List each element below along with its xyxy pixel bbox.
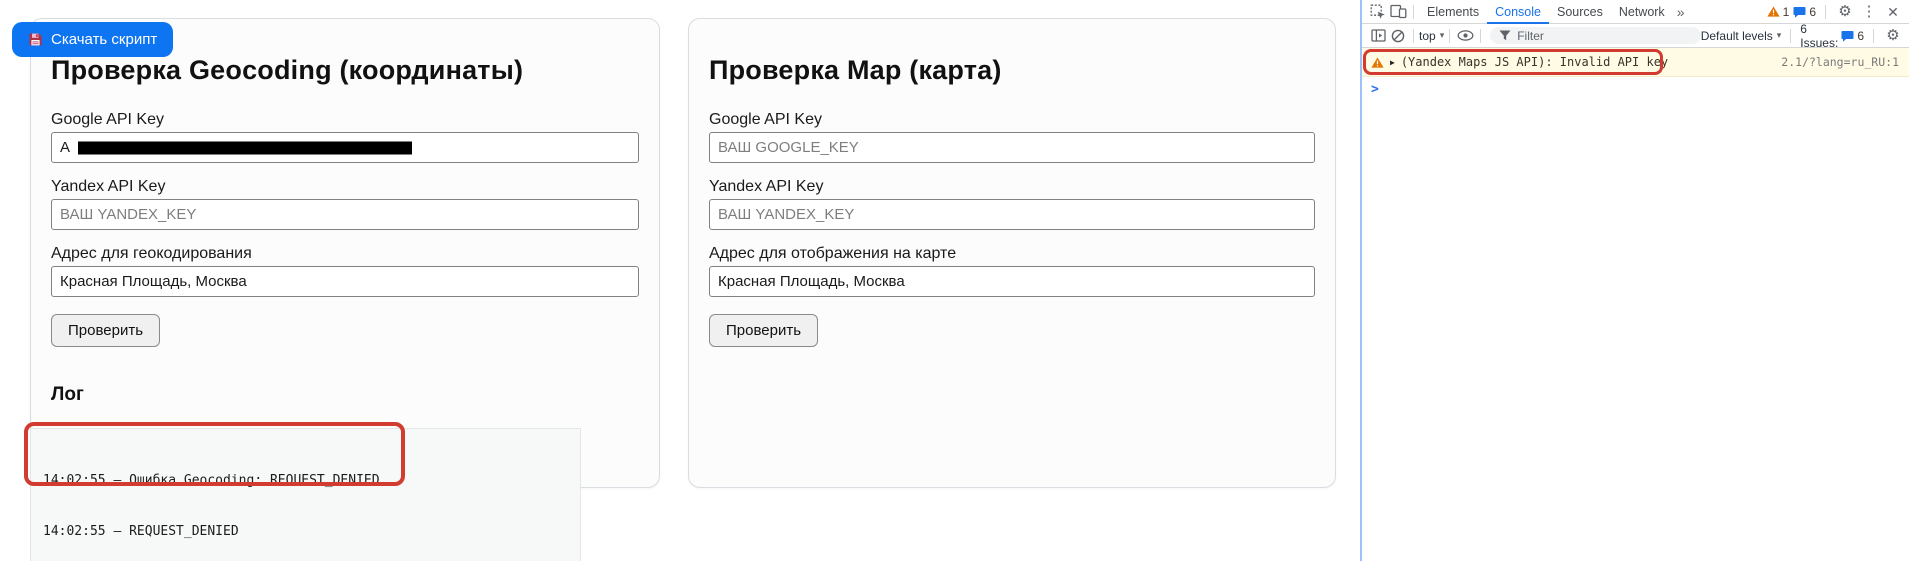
issues-count: 6 [1857, 29, 1864, 43]
filter-funnel-icon [1499, 30, 1511, 41]
console-toolbar-right: Default levels ▾ 6 Issues: 6 ⚙ [1701, 22, 1903, 50]
console-filter-input[interactable]: Filter [1490, 27, 1701, 44]
tab-sources[interactable]: Sources [1549, 0, 1611, 24]
messages-count: 6 [1809, 5, 1816, 19]
log-output: 14:02:55 — Ошибка Geocoding: REQUEST_DEN… [30, 428, 581, 561]
console-settings-gear-icon[interactable]: ⚙ [1883, 26, 1903, 46]
devtools-tab-bar-right: 1 6 ⚙ ⋮ ✕ [1767, 2, 1903, 22]
download-script-label: Скачать скрипт [51, 31, 157, 48]
geocode-address-input[interactable] [51, 266, 639, 297]
devtools-tab-bar: Elements Console Sources Network » 1 [1362, 0, 1909, 24]
expand-arrow-icon[interactable]: ▶ [1390, 58, 1395, 67]
divider [1449, 29, 1450, 43]
console-warning-row[interactable]: ▶ (Yandex Maps JS API): Invalid API key … [1362, 48, 1909, 77]
tab-elements[interactable]: Elements [1419, 0, 1487, 24]
message-bubble-icon [1793, 6, 1806, 18]
divider [1790, 29, 1791, 43]
floppy-disk-icon [28, 32, 43, 47]
geocoding-check-button[interactable]: Проверить [51, 314, 160, 347]
map-card: Проверка Map (карта) Google API Key Yand… [688, 18, 1336, 488]
chevron-down-icon: ▾ [1777, 30, 1782, 41]
clear-console-icon[interactable] [1388, 26, 1408, 46]
warning-triangle-icon [1767, 6, 1780, 17]
context-selector[interactable]: top ▾ [1419, 29, 1444, 43]
divider [1480, 29, 1481, 43]
webpage: Скачать скрипт Проверка Geocoding (коорд… [0, 0, 1357, 561]
warning-triangle-icon [1371, 57, 1384, 68]
inspect-element-icon[interactable] [1368, 2, 1388, 22]
console-prompt[interactable]: > [1362, 77, 1909, 97]
devtools-panel: Elements Console Sources Network » 1 [1360, 0, 1909, 561]
context-selector-value: top [1419, 29, 1436, 43]
download-script-button[interactable]: Скачать скрипт [12, 22, 173, 57]
google-api-key-field [51, 132, 639, 163]
console-source-link[interactable]: 2.1/?lang=ru_RU:1 [1781, 55, 1899, 69]
log-line: 14:02:55 — Ошибка Geocoding: REQUEST_DEN… [43, 472, 568, 489]
live-expression-eye-icon[interactable] [1455, 26, 1475, 46]
map-address-label: Адрес для отображения на карте [709, 245, 1315, 263]
divider [1825, 5, 1826, 19]
settings-gear-icon[interactable]: ⚙ [1835, 2, 1855, 22]
log-line: 14:02:55 — REQUEST_DENIED [43, 523, 568, 540]
prompt-chevron-icon: > [1371, 82, 1379, 97]
cards-row: Проверка Geocoding (координаты) Google A… [0, 0, 1357, 488]
map-yandex-api-key-input[interactable] [709, 199, 1315, 230]
geocode-address-label: Адрес для геокодирования [51, 245, 639, 263]
console-sidebar-icon[interactable] [1368, 26, 1388, 46]
messages-badge[interactable]: 6 [1793, 5, 1816, 19]
map-google-api-key-label: Google API Key [709, 111, 1315, 129]
map-yandex-api-key-label: Yandex API Key [709, 178, 1315, 196]
divider [1413, 29, 1414, 43]
log-title: Лог [51, 384, 639, 406]
screen: Скачать скрипт Проверка Geocoding (коорд… [0, 0, 1909, 561]
map-address-input[interactable] [709, 266, 1315, 297]
log-levels-value: Default levels [1701, 29, 1773, 43]
log-levels-selector[interactable]: Default levels ▾ [1701, 29, 1782, 43]
redaction-bar [78, 141, 412, 154]
console-warning-text: (Yandex Maps JS API): Invalid API key [1401, 55, 1668, 69]
issues-label: 6 Issues: [1800, 22, 1838, 50]
map-google-api-key-input[interactable] [709, 132, 1315, 163]
google-api-key-label: Google API Key [51, 111, 639, 129]
device-toolbar-icon[interactable] [1388, 2, 1408, 22]
issue-bubble-icon [1841, 30, 1854, 42]
divider [1413, 5, 1414, 19]
menu-dots-icon[interactable]: ⋮ [1859, 2, 1879, 22]
yandex-api-key-input[interactable] [51, 199, 639, 230]
warnings-count: 1 [1783, 5, 1790, 19]
divider [1873, 29, 1874, 43]
chevron-down-icon: ▾ [1440, 30, 1445, 41]
more-tabs-icon[interactable]: » [1673, 4, 1689, 20]
console-toolbar: top ▾ Filter Def [1362, 24, 1909, 48]
warnings-badge[interactable]: 1 [1767, 5, 1790, 19]
geocoding-card: Проверка Geocoding (координаты) Google A… [30, 18, 660, 488]
tab-network[interactable]: Network [1611, 0, 1673, 24]
filter-placeholder: Filter [1517, 29, 1544, 43]
close-devtools-icon[interactable]: ✕ [1883, 2, 1903, 22]
geocoding-card-title: Проверка Geocoding (координаты) [51, 55, 639, 85]
map-check-button[interactable]: Проверить [709, 314, 818, 347]
map-card-title: Проверка Map (карта) [709, 55, 1315, 85]
issues-badge[interactable]: 6 Issues: 6 [1800, 22, 1864, 50]
tab-console[interactable]: Console [1487, 0, 1549, 24]
yandex-api-key-label: Yandex API Key [51, 178, 639, 196]
